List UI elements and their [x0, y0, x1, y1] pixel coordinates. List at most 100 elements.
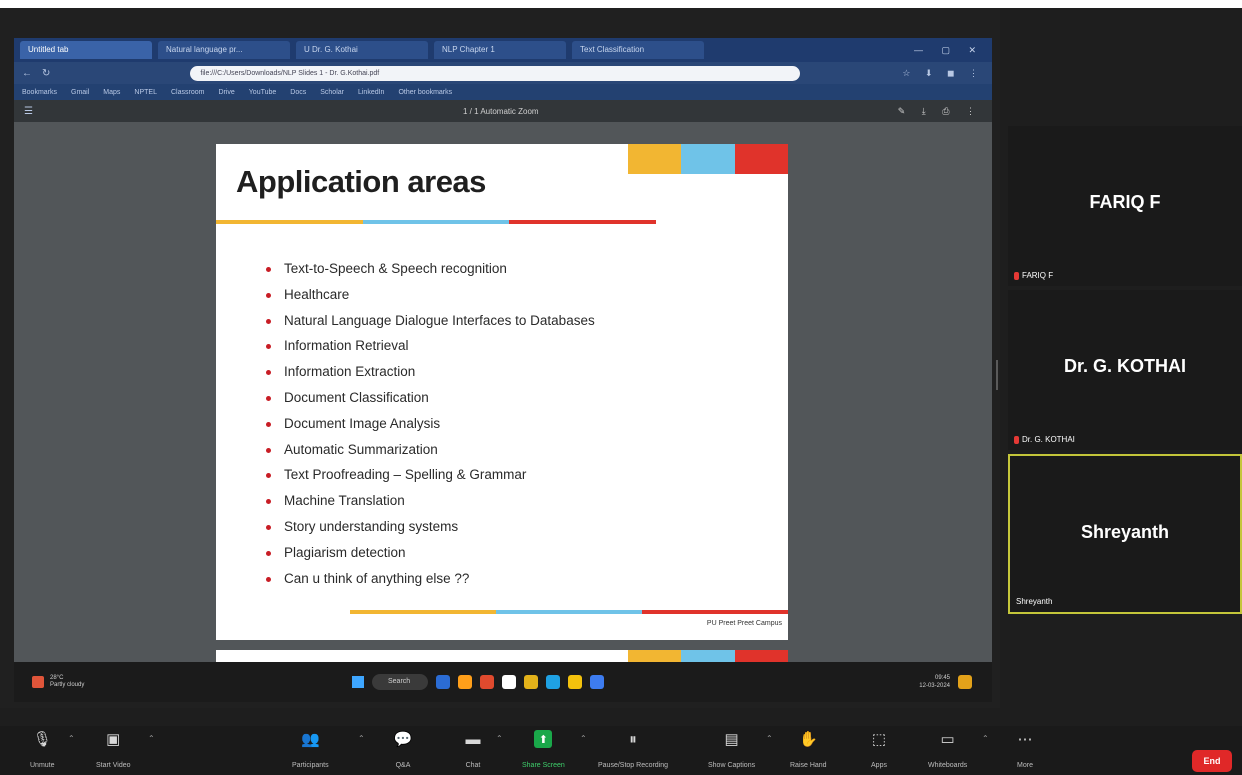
- sidebar-toggle-icon[interactable]: ☰: [24, 106, 33, 117]
- taskbar-app-icon[interactable]: [568, 675, 582, 689]
- more-button[interactable]: ⋯ More: [1016, 730, 1034, 769]
- qa-button[interactable]: 💬 Q&A: [393, 730, 413, 769]
- title-rule: [216, 220, 657, 224]
- chevron-up-icon[interactable]: ⌃: [148, 734, 155, 743]
- taskbar-search[interactable]: Search: [372, 674, 428, 690]
- mic-muted-icon: [1014, 435, 1019, 444]
- notification-icon[interactable]: [958, 675, 972, 689]
- bullet-icon: [266, 447, 271, 453]
- weather-widget[interactable]: 28°C Partly cloudy: [32, 675, 332, 689]
- chat-button[interactable]: ▬ Chat: [464, 730, 482, 770]
- slide-title: Application areas: [236, 164, 486, 199]
- bullet-item: Machine Translation: [262, 488, 595, 514]
- bookmark[interactable]: LinkedIn: [358, 89, 384, 96]
- participant-label: Shreyanth: [1016, 597, 1052, 606]
- window-controls-icon[interactable]: — ▢ ✕: [914, 45, 992, 56]
- presentation-slide: Application areas Text-to-Speech & Speec…: [216, 144, 788, 640]
- unmute-button[interactable]: 🎙 Unmute: [30, 730, 55, 769]
- participants-button[interactable]: 👥 Participants: [292, 730, 329, 769]
- browser-extensions-icon[interactable]: ☆ ⬇ ◼ ⋮: [902, 68, 984, 79]
- bullet-text: Can u think of anything else ??: [284, 570, 470, 586]
- slide-corner-accent: [628, 144, 788, 174]
- share-screen-button[interactable]: ⬆ Share Screen: [522, 730, 565, 769]
- taskbar-app-icon[interactable]: [502, 675, 516, 689]
- bullet-item: Can u think of anything else ??: [262, 566, 595, 592]
- gallery-resize-handle[interactable]: [996, 360, 998, 390]
- start-icon[interactable]: [352, 676, 364, 688]
- browser-tab[interactable]: U Dr. G. Kothai: [296, 41, 428, 59]
- bookmark[interactable]: NPTEL: [134, 89, 157, 96]
- chevron-up-icon[interactable]: ⌃: [68, 734, 75, 743]
- chevron-up-icon[interactable]: ⌃: [358, 734, 365, 743]
- bullet-item: Text-to-Speech & Speech recognition: [262, 256, 595, 282]
- bookmark[interactable]: YouTube: [249, 89, 277, 96]
- participant-label-text: Dr. G. KOTHAI: [1022, 435, 1075, 444]
- show-captions-button[interactable]: ▤ Show Captions: [708, 730, 755, 769]
- taskbar-app-icon[interactable]: [590, 675, 604, 689]
- taskbar-app-icon[interactable]: [546, 675, 560, 689]
- participant-tile[interactable]: Dr. G. KOTHAI Dr. G. KOTHAI: [1008, 290, 1242, 450]
- control-label: Raise Hand: [790, 762, 827, 769]
- chevron-up-icon[interactable]: ⌃: [766, 734, 773, 743]
- microphone-muted-icon: 🎙: [32, 731, 52, 748]
- rule-segment: [642, 610, 788, 614]
- back-icon[interactable]: ←: [22, 68, 32, 79]
- control-label: Apps: [871, 762, 887, 769]
- control-label: Participants: [292, 762, 329, 769]
- bookmark[interactable]: Drive: [218, 89, 234, 96]
- participant-tile[interactable]: FARIQ F FARIQ F: [1008, 126, 1242, 286]
- chat-icon: ▬: [465, 730, 481, 748]
- pdf-toolbar: ☰ 1 / 1 Automatic Zoom ✎ ⤓ ⎙ ⋮: [14, 100, 992, 122]
- next-slide-peek: [216, 650, 788, 680]
- bookmark[interactable]: Other bookmarks: [398, 89, 452, 96]
- bullet-item: Story understanding systems: [262, 514, 595, 540]
- bullet-item: Document Image Analysis: [262, 411, 595, 437]
- pause-stop-recording-button[interactable]: ⏸ Pause/Stop Recording: [598, 730, 668, 770]
- bullet-item: Document Classification: [262, 385, 595, 411]
- bookmark[interactable]: Docs: [290, 89, 306, 96]
- bookmark[interactable]: Scholar: [320, 89, 344, 96]
- bookmark[interactable]: Gmail: [71, 89, 89, 96]
- chevron-up-icon[interactable]: ⌃: [580, 734, 587, 743]
- bullet-icon: [266, 473, 271, 479]
- taskbar-app-icon[interactable]: [458, 675, 472, 689]
- control-label: Chat: [465, 762, 481, 769]
- taskbar-app-icon[interactable]: [436, 675, 450, 689]
- browser-tab[interactable]: Untitled tab: [20, 41, 152, 59]
- bookmark[interactable]: Maps: [103, 89, 120, 96]
- taskbar-app-icon[interactable]: [524, 675, 538, 689]
- whiteboards-button[interactable]: ▭ Whiteboards: [928, 730, 967, 769]
- zoom-meeting-window: Untitled tab Natural language pr... U Dr…: [0, 8, 1242, 775]
- browser-tab-bar: Untitled tab Natural language pr... U Dr…: [14, 38, 992, 62]
- chevron-up-icon[interactable]: ⌃: [982, 734, 989, 743]
- taskbar-app-icon[interactable]: [480, 675, 494, 689]
- bookmark[interactable]: Bookmarks: [22, 89, 57, 96]
- browser-tab[interactable]: Natural language pr...: [158, 41, 290, 59]
- chevron-up-icon[interactable]: ⌃: [496, 734, 503, 743]
- browser-tab[interactable]: Text Classification: [572, 41, 704, 59]
- participant-name: Shreyanth: [1080, 522, 1170, 542]
- accent-block: [628, 144, 682, 174]
- participant-label-text: FARIQ F: [1022, 271, 1054, 280]
- bullet-text: Text-to-Speech & Speech recognition: [284, 261, 507, 276]
- pause-stop-icon: ⏸: [629, 730, 637, 748]
- apps-button[interactable]: ⬚ Apps: [870, 730, 888, 769]
- start-video-button[interactable]: ▣ Start Video: [96, 730, 131, 769]
- weather-text: 28°C Partly cloudy: [50, 675, 85, 688]
- bookmark[interactable]: Classroom: [171, 89, 204, 96]
- pdf-tools-icon[interactable]: ✎ ⤓ ⎙ ⋮: [898, 106, 982, 117]
- participant-tile-active-speaker[interactable]: Shreyanth Shreyanth: [1008, 454, 1242, 614]
- taskbar-clock[interactable]: 09:45 12-03-2024: [919, 674, 950, 690]
- refresh-icon[interactable]: ↻: [42, 68, 50, 79]
- pdf-page-indicator[interactable]: 1 / 1 Automatic Zoom: [463, 107, 539, 116]
- browser-tab[interactable]: NLP Chapter 1: [434, 41, 566, 59]
- bullet-text: Story understanding systems: [284, 518, 459, 534]
- shared-screen: Untitled tab Natural language pr... U Dr…: [0, 8, 1000, 708]
- bullet-icon: [266, 395, 271, 401]
- bullet-item: Information Retrieval: [262, 333, 595, 359]
- end-meeting-button[interactable]: End: [1192, 750, 1232, 772]
- raise-hand-button[interactable]: ✋ Raise Hand: [790, 730, 827, 769]
- address-field[interactable]: file:///C:/Users/Downloads/NLP Slides 1 …: [190, 65, 801, 81]
- qa-icon: 💬: [393, 731, 413, 748]
- control-label: Show Captions: [708, 762, 756, 769]
